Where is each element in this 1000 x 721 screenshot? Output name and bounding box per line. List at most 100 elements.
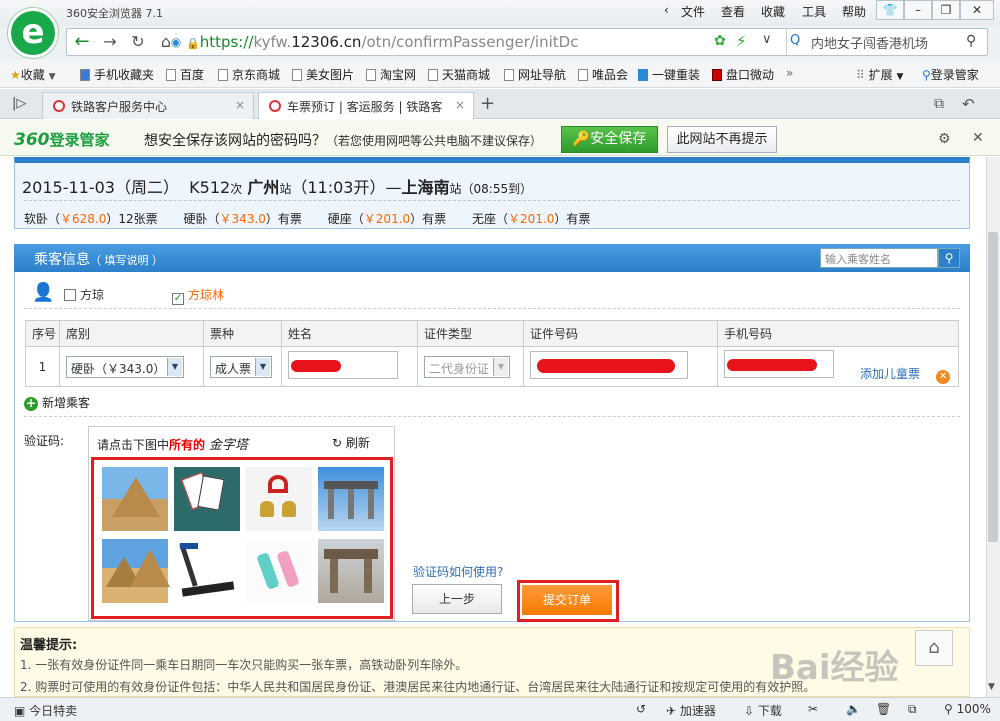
scroll-down-icon[interactable]: ▼ <box>988 682 995 692</box>
bookmark-beauty[interactable]: 美女图片 <box>292 66 354 83</box>
gear-icon[interactable]: ⚙ <box>938 131 951 147</box>
forward-icon[interactable]: → <box>98 30 122 54</box>
passenger-candidate-1[interactable]: 方琼 <box>64 286 104 303</box>
bookmark-favorites[interactable]: ★收藏 ▼ <box>10 66 56 83</box>
plus-icon: + <box>24 396 38 411</box>
bookmark-baidu[interactable]: 百度 <box>166 66 204 83</box>
price-hard-sleeper: 硬卧（￥343.0）有票 <box>183 212 302 226</box>
chevron-down-icon: ▼ <box>167 357 182 376</box>
bookmark-jd[interactable]: 京东商城 <box>218 66 280 83</box>
menu-view[interactable]: 查看 <box>721 3 745 20</box>
page-icon <box>428 69 438 81</box>
submit-order-button[interactable]: 提交订单 <box>522 585 612 615</box>
menu-favorites[interactable]: 收藏 <box>761 3 785 20</box>
id-number-input[interactable] <box>530 351 688 379</box>
bookmark-stock[interactable]: 盘口微动 <box>712 66 774 83</box>
tab-list-icon[interactable]: ⧉ <box>934 96 944 112</box>
captcha-image-archway[interactable] <box>318 539 384 603</box>
train-summary: 2015-11-03（周二） K512次 广州站（11:03开）—上海南站（08… <box>22 178 533 197</box>
passenger-search-input[interactable]: 输入乘客姓名 <box>820 248 938 268</box>
download-button[interactable]: ⇩ 下载 <box>744 702 782 719</box>
sound-icon[interactable]: 🔈 <box>846 702 861 716</box>
search-icon[interactable]: ⚲ <box>938 248 960 268</box>
back-icon[interactable]: ← <box>70 30 94 54</box>
phone-input[interactable] <box>724 349 834 378</box>
lightning-icon[interactable]: ⚡ <box>736 32 747 50</box>
tab-railway-service[interactable]: 铁路客户服务中心 × <box>42 92 254 119</box>
passenger-title: 乘客信息（ 填写说明 ） <box>34 252 163 268</box>
captcha-image-thermos[interactable] <box>246 539 312 603</box>
bookmark-tmall[interactable]: 天猫商城 <box>428 66 490 83</box>
search-input[interactable]: 内地女子闯香港机场 <box>786 29 988 55</box>
seat-select[interactable]: 硬卧（￥343.0） ▼ <box>66 355 184 378</box>
bookmark-nav[interactable]: 网址导航 <box>504 66 566 83</box>
price-soft-sleeper: 软卧（￥628.0）12张票 <box>24 212 158 226</box>
search-icon[interactable]: ⚲ <box>966 33 976 49</box>
checkbox-checked[interactable]: ✓ <box>172 293 184 305</box>
url-text[interactable]: 🔒https://kyfw.12306.cn/otn/confirmPassen… <box>186 33 578 51</box>
captcha-help-link[interactable]: 验证码如何使用? <box>413 563 503 580</box>
add-passenger-button[interactable]: + 新增乘客 <box>24 394 90 411</box>
close-icon[interactable]: × <box>235 98 245 112</box>
menu-tools[interactable]: 工具 <box>802 3 826 20</box>
captcha-image-playing-cards[interactable] <box>174 467 240 531</box>
chevron-down-icon[interactable]: ∨ <box>762 32 772 47</box>
tab-ticket-booking[interactable]: 车票预订 | 客运服务 | 铁路客 × <box>258 92 474 119</box>
cart-icon: ▣ <box>14 704 26 718</box>
maximize-button[interactable]: ❐ <box>932 0 960 20</box>
page-icon <box>578 69 588 81</box>
login-manager-button[interactable]: ⚲登录管家 <box>922 66 979 83</box>
captcha-image-pyramid[interactable] <box>102 467 168 531</box>
add-child-ticket-link[interactable]: 添加儿童票 <box>860 367 920 381</box>
zoom-control[interactable]: ⚲ 100% <box>944 702 991 716</box>
menu-file[interactable]: 文件 <box>681 3 705 20</box>
checkbox[interactable] <box>64 289 76 301</box>
password-message: 想安全保存该网站的密码吗？（若您使用网吧等公共电脑不建议保存） <box>144 133 543 149</box>
captcha-refresh-button[interactable]: ↻ 刷新 <box>332 434 370 451</box>
captcha-image-bells[interactable] <box>246 467 312 531</box>
captcha-image-pyramids[interactable] <box>102 539 170 603</box>
previous-step-button[interactable]: 上一步 <box>412 584 502 614</box>
name-input[interactable] <box>288 351 398 379</box>
window-icon[interactable]: ⧉ <box>908 702 917 717</box>
bookmark-more[interactable]: » <box>786 66 793 80</box>
accelerator-button[interactable]: ✈ 加速器 <box>666 702 716 719</box>
chevron-down-icon: ▼ <box>896 72 904 82</box>
back-to-top-icon[interactable]: ⌂ <box>915 630 953 666</box>
id-type-select[interactable]: 二代身份证 ▼ <box>424 355 510 378</box>
daily-deals[interactable]: ▣ 今日特卖 <box>14 702 77 719</box>
passenger-candidate-2[interactable]: ✓ 方琼林 <box>172 286 224 305</box>
captcha-image-treadmill[interactable] <box>174 539 240 603</box>
bookmark-vip[interactable]: 唯品会 <box>578 66 628 83</box>
bookmark-taobao[interactable]: 淘宝网 <box>366 66 416 83</box>
history-icon[interactable]: ↺ <box>636 702 646 716</box>
undo-close-icon[interactable]: ↶ <box>962 95 975 113</box>
shield-icon[interactable]: ✿ <box>714 33 726 49</box>
sidebar-toggle-icon[interactable]: |▷ <box>12 96 26 111</box>
bookmark-mobile[interactable]: 手机收藏夹 <box>80 66 154 83</box>
browser-logo-icon[interactable]: e <box>8 8 58 58</box>
tip-line: 1. 一张有效身份证件同一乘车日期同一车次只能购买一张车票，高铁动卧列车除外。 <box>20 658 468 672</box>
scissors-icon[interactable]: ✂ <box>808 702 818 716</box>
close-icon[interactable]: ✕ <box>972 130 984 146</box>
extensions-button[interactable]: ⠿ 扩展 ▼ <box>856 66 903 83</box>
remove-passenger-icon[interactable]: ✕ <box>936 369 951 384</box>
ticket-type-select[interactable]: 成人票 ▼ <box>210 355 272 378</box>
tips-title: 温馨提示: <box>20 638 78 653</box>
save-password-button[interactable]: 🔑安全保存 <box>561 126 658 153</box>
reinstall-icon <box>638 69 648 81</box>
fill-guide-link[interactable]: （ 填写说明 ） <box>90 254 163 267</box>
menu-help[interactable]: 帮助 <box>842 3 866 20</box>
trash-icon[interactable]: 🗑 <box>876 702 891 716</box>
captcha-image-archway[interactable] <box>318 467 384 531</box>
skin-icon[interactable]: 👕 <box>876 0 904 20</box>
never-remind-button[interactable]: 此网站不再提示 <box>667 126 777 153</box>
minimize-button[interactable]: – <box>904 0 932 20</box>
close-icon[interactable]: × <box>455 98 465 112</box>
menu-chevron-icon[interactable]: ‹ <box>664 3 669 17</box>
reload-icon[interactable]: ↻ <box>126 30 150 54</box>
close-window-button[interactable]: ✕ <box>960 0 994 20</box>
bookmark-reinstall[interactable]: 一键重装 <box>638 66 700 83</box>
scrollbar-thumb[interactable] <box>988 232 998 542</box>
new-tab-button[interactable]: + <box>480 93 495 114</box>
